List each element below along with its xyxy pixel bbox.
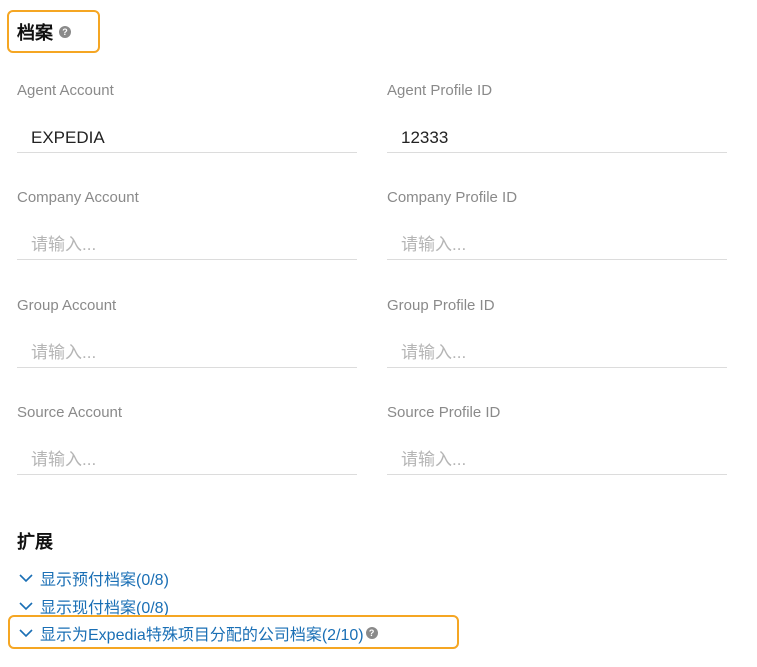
company-account-label: Company Account bbox=[17, 189, 139, 206]
source-profile-id-field: Source Profile ID bbox=[387, 404, 727, 475]
group-account-input[interactable] bbox=[17, 338, 357, 368]
show-prepaid-profiles-link[interactable]: 显示预付档案(0/8) bbox=[18, 567, 169, 589]
agent-account-label: Agent Account bbox=[17, 82, 114, 99]
show-expedia-company-profiles-label: 显示为Expedia特殊项目分配的公司档案(2/10) bbox=[40, 627, 364, 644]
company-profile-id-label: Company Profile ID bbox=[387, 189, 518, 206]
agent-profile-id-field: Agent Profile ID bbox=[387, 82, 727, 153]
profile-form-page: 档案 ? Agent Account Agent Profile ID Comp… bbox=[0, 0, 757, 667]
chevron-down-icon bbox=[19, 629, 33, 638]
profile-title-text: 档案 bbox=[17, 23, 53, 43]
group-account-field: Group Account bbox=[17, 297, 357, 368]
show-expedia-company-profiles-link[interactable]: 显示为Expedia特殊项目分配的公司档案(2/10) ? bbox=[18, 622, 378, 644]
group-account-label: Group Account bbox=[17, 297, 117, 314]
show-paynow-profiles-link[interactable]: 显示现付档案(0/8) bbox=[18, 595, 169, 617]
agent-profile-id-label: Agent Profile ID bbox=[387, 82, 493, 99]
company-account-input[interactable] bbox=[17, 230, 357, 260]
source-account-input[interactable] bbox=[17, 445, 357, 475]
agent-account-input[interactable] bbox=[17, 123, 357, 153]
agent-account-field: Agent Account bbox=[17, 82, 357, 153]
agent-profile-id-input[interactable] bbox=[387, 123, 727, 153]
source-profile-id-label: Source Profile ID bbox=[387, 404, 501, 421]
expand-title-text: 扩展 bbox=[17, 532, 53, 552]
source-account-field: Source Account bbox=[17, 404, 357, 475]
chevron-down-icon bbox=[19, 574, 33, 583]
group-profile-id-label: Group Profile ID bbox=[387, 297, 495, 314]
company-profile-id-field: Company Profile ID bbox=[387, 189, 727, 260]
expand-section-title: 扩展 bbox=[17, 529, 53, 553]
company-account-field: Company Account bbox=[17, 189, 357, 260]
profile-section-title: 档案 ? bbox=[17, 20, 71, 44]
chevron-down-icon bbox=[19, 602, 33, 611]
group-profile-id-input[interactable] bbox=[387, 338, 727, 368]
show-prepaid-profiles-label: 显示预付档案(0/8) bbox=[40, 572, 169, 589]
company-profile-id-input[interactable] bbox=[387, 230, 727, 260]
source-profile-id-input[interactable] bbox=[387, 445, 727, 475]
source-account-label: Source Account bbox=[17, 404, 123, 421]
group-profile-id-field: Group Profile ID bbox=[387, 297, 727, 368]
question-icon[interactable]: ? bbox=[365, 627, 378, 639]
question-icon[interactable]: ? bbox=[59, 26, 71, 38]
